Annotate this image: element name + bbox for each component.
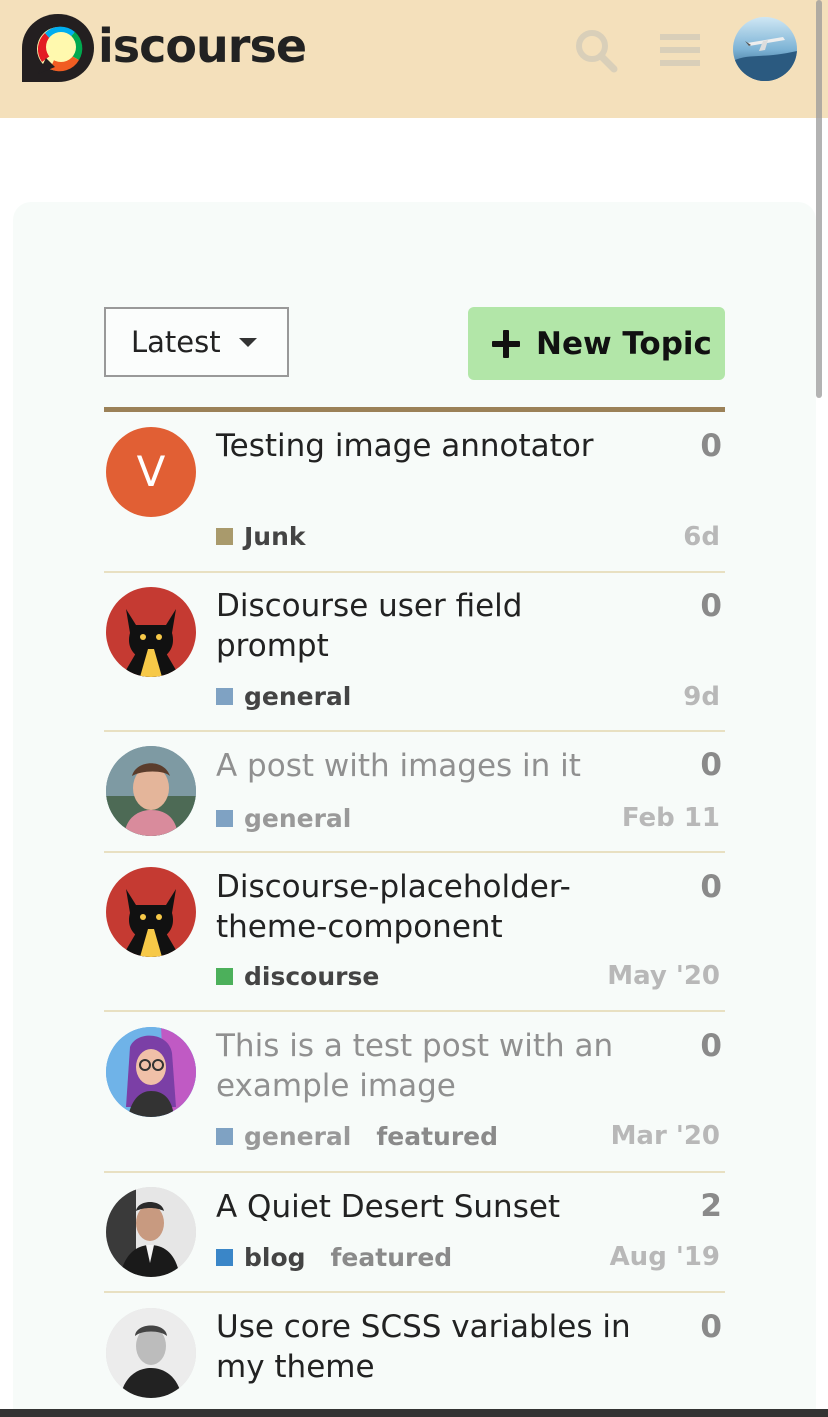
bw-man-avatar[interactable] (106, 1308, 196, 1398)
category-color-swatch (216, 528, 233, 545)
airplane-photo-icon (733, 17, 797, 81)
topic-title[interactable]: A post with images in it (216, 746, 656, 786)
caret-down-icon (238, 337, 257, 347)
topic-meta: Junk (216, 522, 306, 551)
category-link[interactable]: Junk (244, 522, 306, 551)
activity-age[interactable]: May '20 (607, 961, 720, 991)
category-link[interactable]: blog (244, 1243, 306, 1272)
category-link[interactable]: general (244, 804, 351, 833)
new-topic-label: New Topic (536, 325, 712, 362)
category-color-swatch (216, 968, 233, 985)
latest-filter-label: Latest (131, 325, 221, 359)
latest-filter-dropdown[interactable]: Latest (104, 307, 289, 377)
discourse-logo[interactable]: iscourse (20, 12, 307, 84)
plus-icon (492, 329, 520, 358)
topic-title[interactable]: Discourse user field prompt (216, 586, 636, 666)
cat-avatar[interactable] (106, 587, 196, 677)
search-icon[interactable] (572, 26, 620, 74)
topic-title[interactable]: A Quiet Desert Sunset (216, 1187, 656, 1227)
suit-man-photo-icon (106, 1187, 196, 1277)
topic-meta: general featured (216, 1122, 498, 1151)
illustrated-person-icon (106, 1027, 196, 1117)
category-color-swatch (216, 688, 233, 705)
topic-meta: general (216, 804, 351, 833)
man-photo-icon (106, 746, 196, 836)
activity-age[interactable]: Aug '19 (610, 1242, 720, 1272)
category-color-swatch (216, 810, 233, 827)
activity-age[interactable]: Mar '20 (611, 1121, 720, 1151)
discourse-logo-icon (22, 14, 94, 82)
topic-title[interactable]: Testing image annotator (216, 426, 636, 466)
topic-list-header-border (104, 407, 725, 412)
man-photo-avatar[interactable] (106, 746, 196, 836)
category-link[interactable]: discourse (244, 962, 379, 991)
hamburger-menu-icon[interactable] (656, 26, 704, 74)
reply-count[interactable]: 0 (640, 747, 722, 783)
reply-count[interactable]: 0 (640, 1028, 722, 1064)
category-link[interactable]: general (244, 682, 351, 711)
topic-title[interactable]: Discourse-placeholder-theme-component (216, 867, 616, 947)
topic-title-line1: Discourse-placeholder-theme-component (216, 869, 571, 945)
cat-avatar[interactable] (106, 867, 196, 957)
row-divider (104, 1291, 725, 1293)
row-divider (104, 1171, 725, 1173)
topic-title[interactable]: This is a test post with an example imag… (216, 1026, 616, 1106)
activity-age[interactable]: Feb 11 (622, 803, 720, 833)
new-topic-button[interactable]: New Topic (468, 307, 725, 380)
activity-age[interactable]: 9d (683, 682, 720, 712)
site-header: iscourse (0, 0, 828, 118)
reply-count[interactable]: 0 (640, 588, 722, 624)
topic-tag[interactable]: featured (376, 1122, 498, 1151)
bottom-edge-bar (0, 1409, 828, 1417)
topic-meta: discourse (216, 962, 379, 991)
cat-icon (122, 889, 180, 957)
topic-tag[interactable]: featured (331, 1243, 453, 1272)
bw-man-photo-icon (106, 1308, 196, 1398)
topic-title[interactable]: Use core SCSS variables in my theme (216, 1307, 636, 1387)
topic-meta: blog featured (216, 1243, 452, 1272)
cat-icon (122, 609, 180, 677)
page-scrollbar[interactable] (816, 0, 822, 398)
logo-wordmark: iscourse (98, 19, 307, 73)
row-divider (104, 1010, 725, 1012)
illustrated-avatar[interactable] (106, 1027, 196, 1117)
row-divider (104, 730, 725, 732)
category-color-swatch (216, 1249, 233, 1266)
user-avatar[interactable] (733, 17, 797, 81)
category-link[interactable]: general (244, 1122, 351, 1151)
activity-age[interactable]: 6d (683, 522, 720, 552)
row-divider (104, 571, 725, 573)
reply-count[interactable]: 0 (640, 428, 722, 464)
reply-count[interactable]: 0 (640, 1309, 722, 1345)
letter-v-avatar[interactable]: V (106, 427, 196, 517)
topic-meta: general (216, 682, 351, 711)
avatar-letter: V (136, 447, 166, 496)
row-divider (104, 851, 725, 853)
reply-count[interactable]: 2 (640, 1188, 722, 1224)
suit-man-avatar[interactable] (106, 1187, 196, 1277)
category-color-swatch (216, 1128, 233, 1145)
reply-count[interactable]: 0 (640, 869, 722, 905)
